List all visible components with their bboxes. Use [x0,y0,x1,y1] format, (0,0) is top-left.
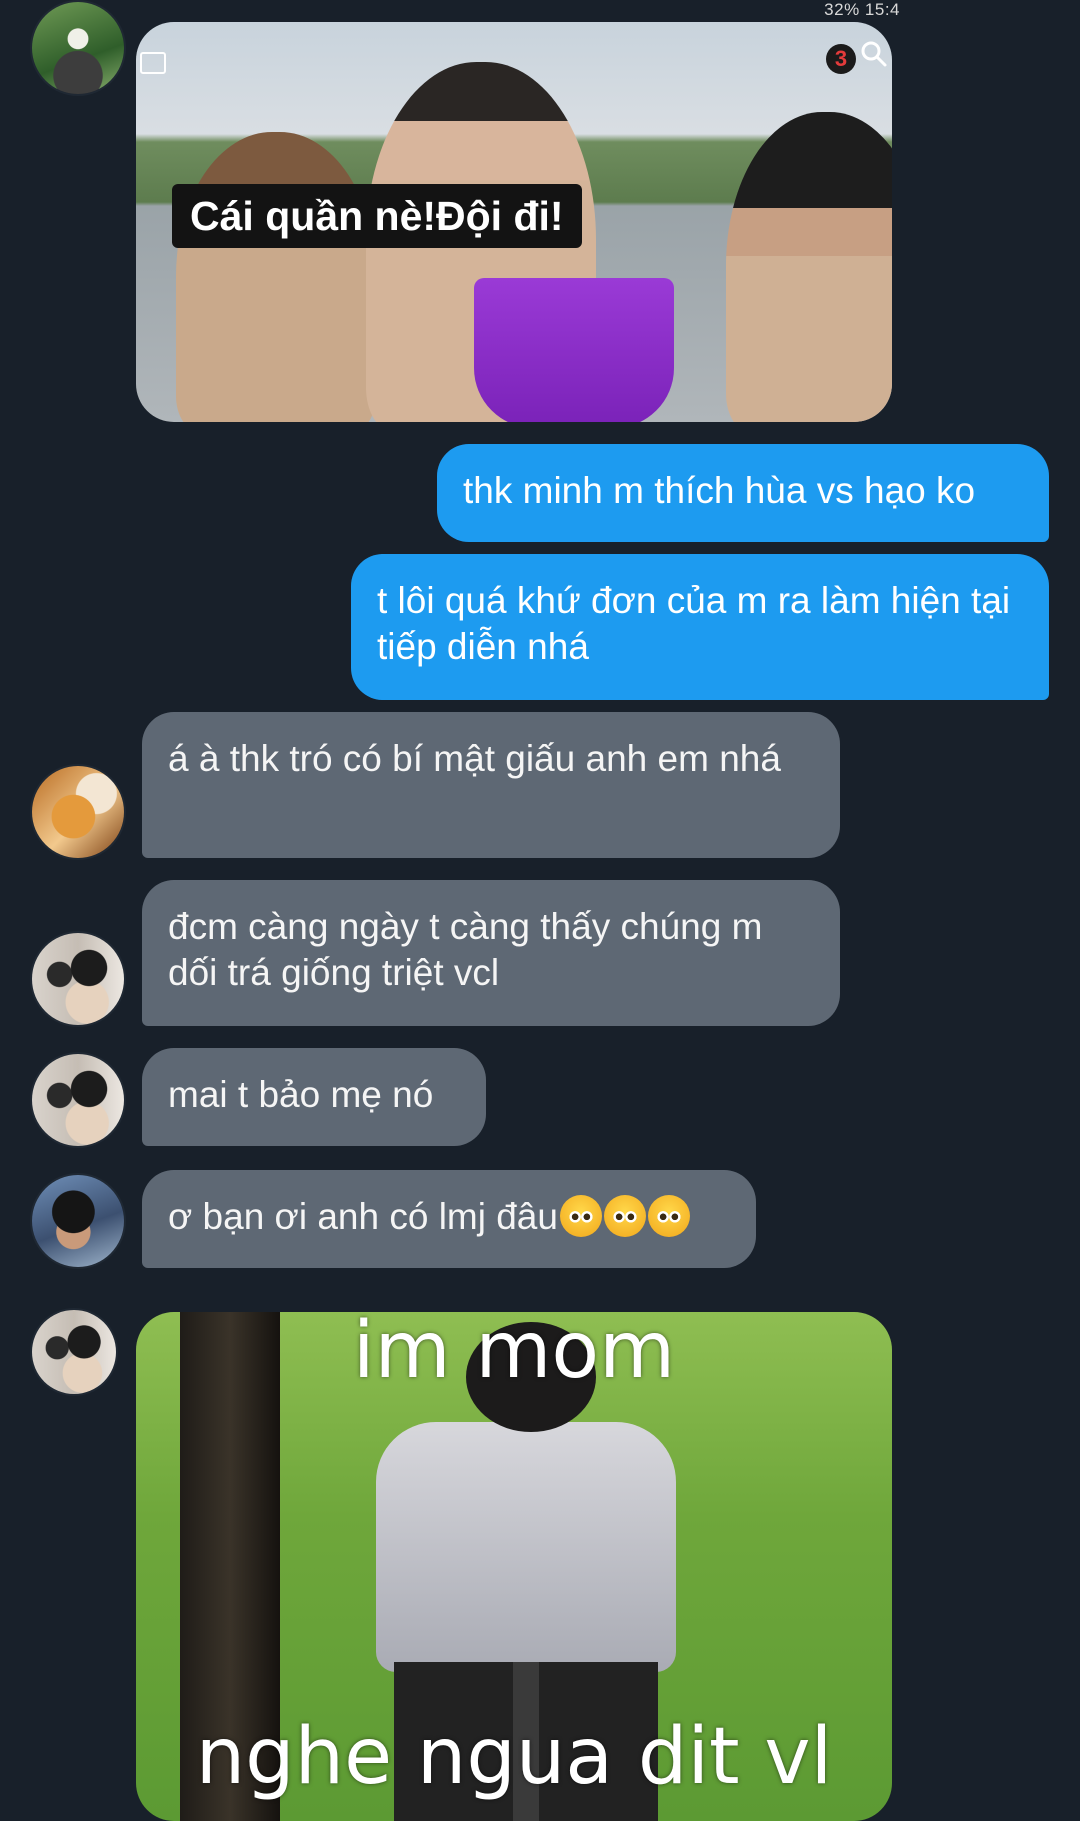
image-message-meme[interactable]: Cái quần nè!Đội đi! 3 [136,22,892,422]
received-message-bubble[interactable]: đcm càng ngày t càng thấy chúng m dối tr… [142,880,840,1026]
avatar[interactable] [32,766,124,858]
received-message-bubble[interactable]: ơ bạn ơi anh có lmj đâu [142,1170,756,1268]
message-text: thk minh m thích hùa vs hạo ko [463,470,976,511]
search-icon[interactable] [860,40,888,68]
avatar[interactable] [32,1054,124,1146]
avatar[interactable] [32,933,124,1025]
message-text: ơ bạn ơi anh có lmj đâu [168,1196,558,1237]
pleading-face-emoji-icon [559,1195,602,1237]
meme-caption-top: im mom [352,1312,676,1396]
window-icon [140,52,166,74]
image-message-meme[interactable]: im mom nghe ngua dit vl [136,1312,892,1821]
sent-message-bubble[interactable]: t lôi quá khứ đơn của m ra làm hiện tại … [351,554,1049,700]
received-message-bubble[interactable]: mai t bảo mẹ nó [142,1048,486,1146]
meme-figure [726,112,892,422]
avatar[interactable] [32,2,124,94]
meme-caption: Cái quần nè!Đội đi! [172,184,582,248]
received-message-bubble[interactable]: á à thk tró có bí mật giấu anh em nhá [142,712,840,858]
pleading-face-emoji-icon [603,1195,646,1237]
message-text: mai t bảo mẹ nó [168,1074,434,1115]
sent-message-bubble[interactable]: thk minh m thích hùa vs hạo ko [437,444,1049,542]
status-bar-text: 32% 15:4 [824,0,900,19]
avatar[interactable] [32,1175,124,1267]
message-text: á à thk tró có bí mật giấu anh em nhá [168,738,781,779]
avatar[interactable] [32,1310,116,1394]
meme-figure [176,132,376,422]
pleading-face-emoji-icon [647,1195,690,1237]
meme-purple-underwear [474,278,674,422]
meme-caption-bottom: nghe ngua dit vl [195,1712,833,1802]
message-text: đcm càng ngày t càng thấy chúng m dối tr… [168,906,763,993]
meme-figure [376,1422,676,1672]
channel-3-logo-icon: 3 [826,44,856,74]
status-bar: 32% 15:4 [0,0,1080,22]
message-text: t lôi quá khứ đơn của m ra làm hiện tại … [377,580,1011,667]
